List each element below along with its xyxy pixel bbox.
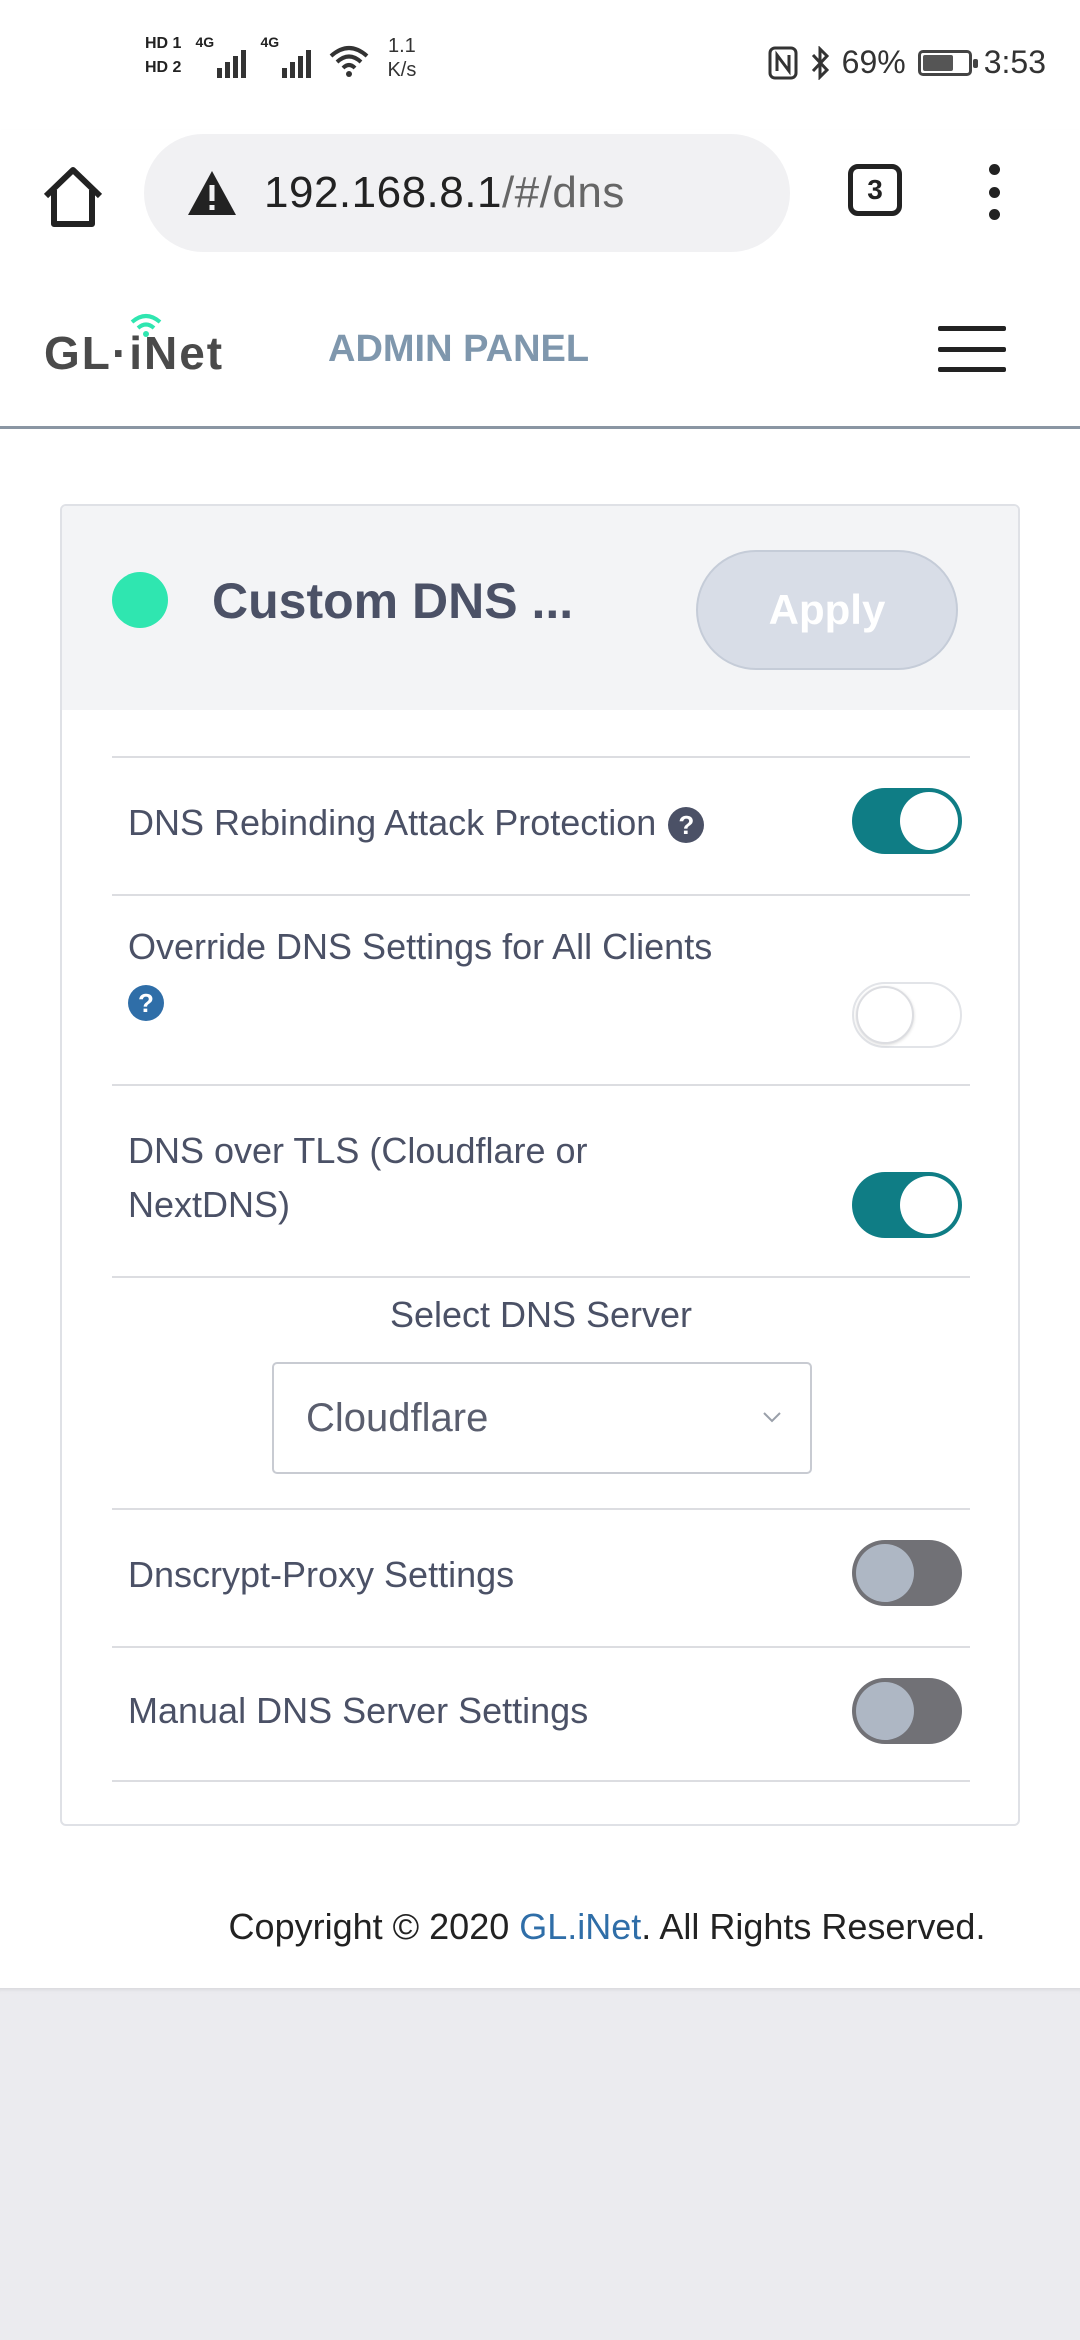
signal-1-icon: 4G xyxy=(195,34,247,78)
page-content: GL·iNet ADMIN PANEL Custom DNS ... Apply… xyxy=(0,276,1080,1988)
network-2-label: 4G xyxy=(260,34,280,50)
toggle-knob xyxy=(856,986,914,1044)
apply-button[interactable]: Apply xyxy=(696,550,958,670)
setting-row-rebinding: DNS Rebinding Attack Protection? xyxy=(112,756,970,894)
custom-dns-card: Custom DNS ... Apply DNS Rebinding Attac… xyxy=(60,504,1020,1826)
toggle-knob xyxy=(856,1682,914,1740)
empty-browser-area xyxy=(0,1988,1080,2340)
hd-indicators: HD 1 HD 2 xyxy=(145,34,181,78)
copyright-text: Copyright © 2020 GL.iNet. All Rights Res… xyxy=(229,1906,986,1948)
logo-text: GL·iNet xyxy=(44,327,225,379)
signal-2-icon: 4G xyxy=(260,34,312,78)
hamburger-menu-icon[interactable] xyxy=(938,326,1006,372)
toggle-knob xyxy=(856,1544,914,1602)
url-text[interactable]: 192.168.8.1/#/dns xyxy=(264,168,625,218)
hd-2-label: HD 2 xyxy=(145,59,182,76)
toggle-dns-over-tls[interactable] xyxy=(852,1172,962,1238)
footer: Copyright © 2020 GL.iNet. All Rights Res… xyxy=(0,1906,1080,1948)
battery-icon xyxy=(917,49,978,76)
status-bar: HD 1 HD 2 4G 4G 1.1 K/s 69% 3:53 xyxy=(0,0,1080,130)
gl-inet-logo[interactable]: GL·iNet xyxy=(44,310,244,380)
setting-label: Override DNS Settings for All Clients ? xyxy=(128,920,808,1028)
card-header: Custom DNS ... Apply xyxy=(62,506,1018,710)
copyright-suffix: . All Rights Reserved. xyxy=(641,1906,986,1947)
setting-row-dot: DNS over TLS (Cloudflare or NextDNS) xyxy=(112,1084,970,1276)
toggle-rebinding-protection[interactable] xyxy=(852,788,962,854)
admin-panel-title: ADMIN PANEL xyxy=(328,328,590,370)
app-header: GL·iNet ADMIN PANEL xyxy=(0,276,1080,429)
setting-label-text: DNS over TLS (Cloudflare or NextDNS) xyxy=(128,1130,588,1225)
warning-icon[interactable] xyxy=(186,169,238,217)
setting-label-text: Manual DNS Server Settings xyxy=(128,1690,589,1731)
chevron-down-icon xyxy=(763,1412,781,1423)
select-value: Cloudflare xyxy=(306,1396,489,1440)
dns-server-select[interactable]: Cloudflare xyxy=(272,1362,812,1474)
setting-label-text: DNS Rebinding Attack Protection xyxy=(128,802,657,843)
toggle-dnscrypt-proxy[interactable] xyxy=(852,1540,962,1606)
setting-label: DNS Rebinding Attack Protection? xyxy=(128,796,808,850)
status-left: HD 1 HD 2 4G 4G 1.1 K/s xyxy=(145,34,416,82)
status-dot xyxy=(112,572,168,628)
url-host: 192.168.8.1 xyxy=(264,168,502,217)
home-icon[interactable] xyxy=(38,162,108,232)
more-menu-icon[interactable] xyxy=(982,164,1006,220)
bluetooth-icon xyxy=(811,45,829,80)
card-title: Custom DNS ... xyxy=(212,573,574,629)
address-bar[interactable]: 192.168.8.1/#/dns xyxy=(144,134,790,252)
battery-fill xyxy=(922,54,954,71)
copyright-prefix: Copyright © 2020 xyxy=(228,1906,520,1947)
select-dns-label: Select DNS Server xyxy=(389,1294,693,1335)
tabs-button[interactable]: 3 xyxy=(848,164,902,216)
gl-inet-link[interactable]: GL.iNet xyxy=(519,1906,641,1947)
setting-row-manual-dns: Manual DNS Server Settings xyxy=(112,1646,970,1782)
toggle-knob xyxy=(900,792,958,850)
help-icon[interactable]: ? xyxy=(128,985,164,1022)
status-right: 69% 3:53 xyxy=(768,44,1046,81)
help-icon[interactable]: ? xyxy=(668,807,705,844)
wifi-icon xyxy=(330,46,369,77)
url-path: /#/dns xyxy=(501,168,625,217)
browser-toolbar: 192.168.8.1/#/dns 3 xyxy=(0,130,1080,276)
network-1-label: 4G xyxy=(195,34,215,50)
net-speed: 1.1 K/s xyxy=(387,34,416,82)
setting-label-text: Override DNS Settings for All Clients xyxy=(128,926,713,967)
toggle-manual-dns[interactable] xyxy=(852,1678,962,1744)
clock: 3:53 xyxy=(983,44,1046,80)
net-speed-unit: K/s xyxy=(387,59,417,81)
setting-label-text: Dnscrypt-Proxy Settings xyxy=(128,1554,515,1595)
hd-1-label: HD 1 xyxy=(145,35,182,52)
toggle-override-dns[interactable] xyxy=(852,982,962,1048)
toggle-knob xyxy=(900,1176,958,1234)
nfc-icon xyxy=(768,46,798,79)
setting-row-dnscrypt: Dnscrypt-Proxy Settings xyxy=(112,1508,970,1646)
battery-percent: 69% xyxy=(841,44,906,80)
select-dns-section: Select DNS Server Cloudflare xyxy=(112,1276,970,1508)
setting-row-override: Override DNS Settings for All Clients ? xyxy=(112,894,970,1084)
net-speed-value: 1.1 xyxy=(388,35,416,57)
